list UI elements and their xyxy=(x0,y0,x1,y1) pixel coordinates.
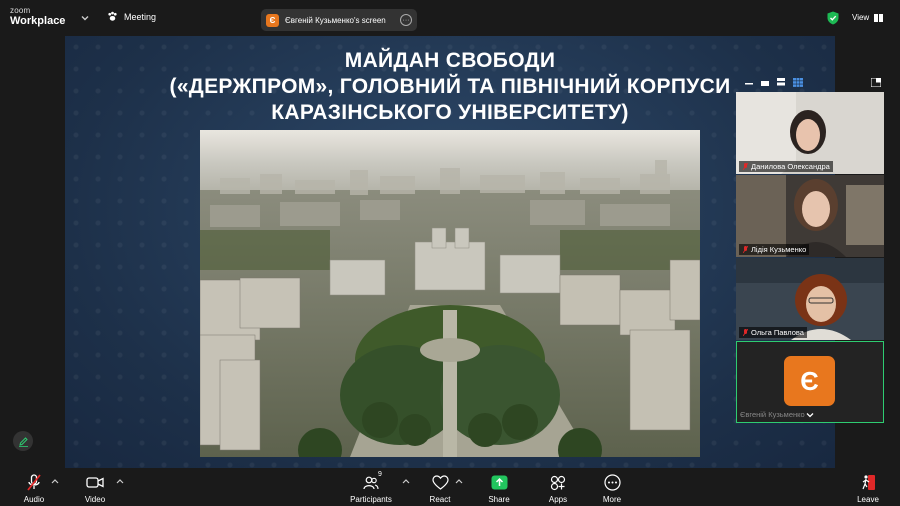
chevron-up-icon[interactable] xyxy=(402,478,410,484)
chevron-down-icon[interactable] xyxy=(80,13,90,23)
people-icon xyxy=(363,476,379,489)
participant-name: Євгеній Кузьменко xyxy=(740,410,805,419)
more-label: More xyxy=(602,495,622,504)
participant-tile[interactable]: Лідія Кузьменко xyxy=(736,175,884,257)
share-arrow-icon xyxy=(491,475,507,490)
speaker-view-icon[interactable] xyxy=(777,78,785,86)
meeting-toolbar: Audio Video 9 Participants React Share A… xyxy=(0,468,900,506)
apps-icon xyxy=(550,475,566,490)
audio-label: Audio xyxy=(23,495,45,504)
aerial-city-photo xyxy=(200,130,700,457)
ellipsis-icon xyxy=(603,474,621,491)
more-icon[interactable]: ··· xyxy=(400,14,412,26)
chevron-down-icon[interactable] xyxy=(805,411,815,419)
microphone-muted-icon xyxy=(743,163,748,170)
photo-illustration xyxy=(200,130,700,457)
apps-button[interactable]: Apps xyxy=(533,474,583,504)
participant-tile[interactable]: Данилова Олександра xyxy=(736,92,884,174)
logo-line2: Workplace xyxy=(10,15,66,27)
paw-icon xyxy=(108,11,117,21)
sharer-title: Євгеній Кузьменко's screen xyxy=(285,15,386,25)
chevron-up-icon[interactable] xyxy=(455,478,463,484)
participant-name: Ольга Павлова xyxy=(751,328,804,337)
leave-button[interactable]: Leave xyxy=(843,474,893,504)
participant-name-tag: Данилова Олександра xyxy=(739,161,833,172)
more-button[interactable]: More xyxy=(587,474,637,504)
shield-check-icon[interactable] xyxy=(827,11,839,25)
meeting-label: Meeting xyxy=(124,11,157,22)
zoom-logo: zoom Workplace xyxy=(10,7,65,27)
chevron-up-icon[interactable] xyxy=(116,478,124,484)
minimize-icon[interactable] xyxy=(745,78,753,86)
video-label: Video xyxy=(84,495,106,504)
participants-label: Participants xyxy=(350,495,392,504)
annotate-button[interactable] xyxy=(13,431,33,451)
grid-view-icon xyxy=(874,13,884,22)
chevron-up-icon[interactable] xyxy=(51,478,59,484)
door-exit-icon xyxy=(862,475,875,490)
slide-title-line2: («ДЕРЖПРОМ», ГОЛОВНИЙ ТА ПІВНІЧНИЙ КОРПУ… xyxy=(169,75,731,98)
screen-share-pill[interactable]: Є Євгеній Кузьменко's screen ··· xyxy=(261,9,417,31)
thumbnail-icon[interactable] xyxy=(761,78,769,86)
meeting-info-button[interactable]: Meeting xyxy=(107,11,156,22)
participants-button[interactable]: 9 Participants xyxy=(346,471,396,504)
participant-tile[interactable]: Ольга Павлова xyxy=(736,258,884,340)
react-label: React xyxy=(429,495,451,504)
view-label: View xyxy=(852,13,870,22)
sharer-avatar: Є xyxy=(266,13,279,27)
gallery-grid-icon[interactable] xyxy=(871,78,881,87)
view-button[interactable]: View xyxy=(852,13,884,22)
participant-avatar: Є xyxy=(784,356,835,406)
microphone-muted-icon xyxy=(27,474,41,491)
participant-name: Лідія Кузьменко xyxy=(751,245,807,254)
heart-icon xyxy=(431,475,449,490)
apps-label: Apps xyxy=(548,495,568,504)
share-label: Share xyxy=(488,495,510,504)
video-button[interactable]: Video xyxy=(70,474,120,504)
shared-screen: МАЙДАН СВОБОДИ («ДЕРЖПРОМ», ГОЛОВНИЙ ТА … xyxy=(65,36,835,468)
microphone-muted-icon xyxy=(743,329,748,336)
participant-name-tag: Ольга Павлова xyxy=(739,327,807,338)
participant-tile-active[interactable]: Є Євгеній Кузьменко xyxy=(736,341,884,423)
microphone-muted-icon xyxy=(743,246,748,253)
gallery-toolbar xyxy=(737,74,885,92)
participants-count: 9 xyxy=(378,471,382,478)
slide-title-line1: МАЙДАН СВОБОДИ xyxy=(344,49,556,72)
share-button[interactable]: Share xyxy=(474,474,524,504)
gallery-view-icon[interactable] xyxy=(793,78,803,87)
camera-icon xyxy=(86,477,104,488)
top-bar: zoom Workplace Meeting Є Євгеній Кузьмен… xyxy=(0,0,900,36)
slide-title: МАЙДАН СВОБОДИ («ДЕРЖПРОМ», ГОЛОВНИЙ ТА … xyxy=(65,48,835,126)
logo-line1: zoom xyxy=(10,6,31,15)
participant-name: Данилова Олександра xyxy=(751,162,830,171)
slide-title-line3: КАРАЗІНСЬКОГО УНІВЕРСИТЕТУ) xyxy=(271,101,629,124)
pencil-icon xyxy=(18,436,28,447)
participant-name-tag: Лідія Кузьменко xyxy=(739,244,810,255)
leave-label: Leave xyxy=(857,495,879,504)
